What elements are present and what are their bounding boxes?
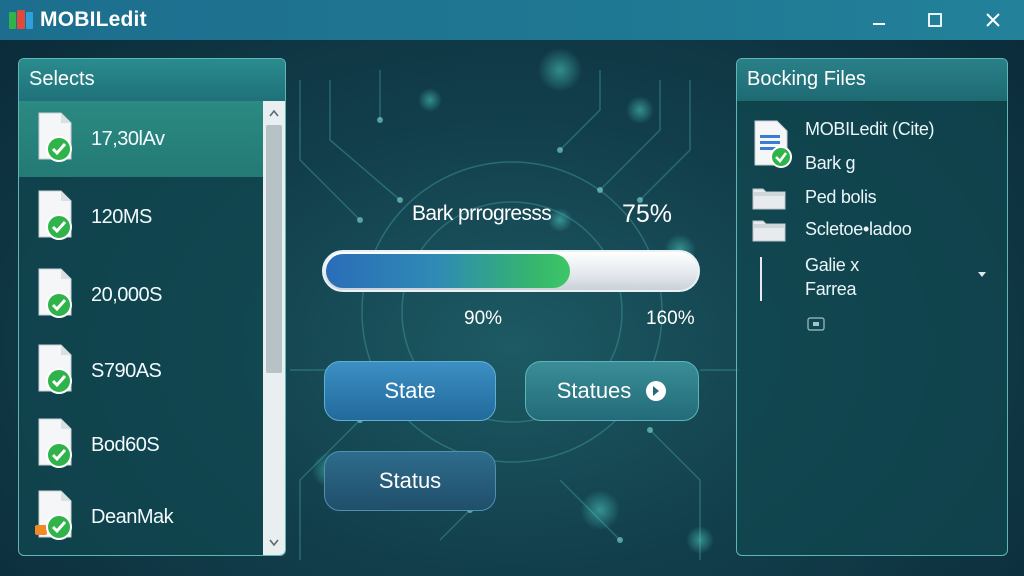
list-item-label: Ped bolis bbox=[805, 187, 877, 207]
state-button[interactable]: State bbox=[324, 361, 496, 421]
document-check-icon bbox=[38, 112, 72, 162]
list-item-label: 120MS bbox=[91, 205, 152, 228]
maximize-icon bbox=[928, 13, 942, 27]
list-item[interactable]: 120MS bbox=[19, 179, 263, 255]
close-icon bbox=[986, 13, 1000, 27]
list-item[interactable]: S790AS bbox=[19, 333, 263, 409]
list-item-label: Farrea bbox=[805, 279, 857, 299]
progress-fill bbox=[326, 254, 570, 288]
progress-tick-left: 90% bbox=[464, 308, 503, 329]
list-item-label: Bark g bbox=[805, 153, 856, 173]
document-check-icon bbox=[38, 344, 72, 394]
progress-tick-right: 160% bbox=[646, 308, 695, 329]
app-logo-icon bbox=[9, 10, 33, 29]
statues-button-label: Statues bbox=[556, 378, 632, 403]
maximize-button[interactable] bbox=[920, 6, 950, 34]
document-check-icon bbox=[38, 190, 72, 240]
list-item-label: Scletoe•ladoo bbox=[805, 219, 912, 239]
list-scrollbar[interactable] bbox=[263, 101, 285, 555]
scroll-up-button[interactable] bbox=[263, 103, 285, 123]
list-item[interactable]: Bod60S bbox=[19, 407, 263, 483]
chevron-up-icon bbox=[269, 109, 279, 117]
divider-icon bbox=[760, 257, 762, 301]
folder-icon bbox=[752, 220, 786, 242]
document-check-icon bbox=[35, 490, 72, 540]
folder-icon bbox=[752, 188, 786, 210]
chevron-down-icon bbox=[269, 539, 279, 547]
list-item-label: 20,000S bbox=[91, 283, 163, 306]
status-button[interactable]: Status bbox=[324, 451, 496, 511]
progress-bar bbox=[322, 250, 700, 292]
document-check-icon bbox=[38, 418, 72, 468]
small-window-icon[interactable] bbox=[807, 317, 825, 331]
arrow-right-circle-icon bbox=[646, 381, 667, 401]
list-item-label: Bod60S bbox=[91, 433, 160, 456]
list-item[interactable]: Galie x Farrea bbox=[737, 251, 1007, 305]
list-item[interactable]: 17,30lAv bbox=[19, 101, 263, 177]
list-item-label: 17,30lAv bbox=[91, 127, 165, 150]
progress-percent: 75% bbox=[622, 200, 673, 228]
selects-panel-title: Selects bbox=[19, 59, 285, 101]
file-list: 17,30lAv 120MS 20,000S S790AS Bod60S Dea… bbox=[19, 101, 263, 555]
title-bar: MOBILedit bbox=[0, 0, 1024, 40]
bocking-files-panel: Bocking Files MOBILedit (Cite) Bark g Pe… bbox=[736, 58, 1008, 556]
scroll-thumb[interactable] bbox=[266, 125, 282, 373]
minimize-button[interactable] bbox=[864, 6, 894, 34]
list-item[interactable]: Ped bolis bbox=[737, 183, 1007, 213]
progress-label: Bark prrogresss bbox=[412, 202, 552, 225]
status-button-label: Status bbox=[378, 468, 442, 493]
selects-panel: Selects 17,30lAv 120MS 20,000S S790AS Bo… bbox=[18, 58, 286, 556]
bocking-files-panel-title: Bocking Files bbox=[737, 59, 1007, 101]
list-item-label: S790AS bbox=[91, 359, 162, 382]
chevron-down-icon[interactable] bbox=[977, 271, 987, 279]
list-item[interactable]: 20,000S bbox=[19, 257, 263, 333]
minimize-icon bbox=[873, 23, 885, 25]
list-item-label: DeanMak bbox=[91, 505, 174, 528]
scroll-down-button[interactable] bbox=[263, 533, 285, 553]
document-check-icon bbox=[38, 268, 72, 318]
app-title: MOBILedit bbox=[40, 8, 147, 31]
list-item[interactable]: DeanMak bbox=[19, 479, 263, 555]
state-button-label: State bbox=[384, 378, 436, 403]
list-item-label: Galie x bbox=[805, 255, 859, 275]
list-item[interactable]: MOBILedit (Cite) Bark g bbox=[737, 117, 1007, 173]
close-button[interactable] bbox=[978, 6, 1008, 34]
statues-button[interactable]: Statues bbox=[525, 361, 699, 421]
list-item[interactable]: Scletoe•ladoo bbox=[737, 215, 1007, 245]
list-item-label: MOBILedit (Cite) bbox=[805, 119, 935, 139]
document-check-icon bbox=[754, 120, 792, 168]
